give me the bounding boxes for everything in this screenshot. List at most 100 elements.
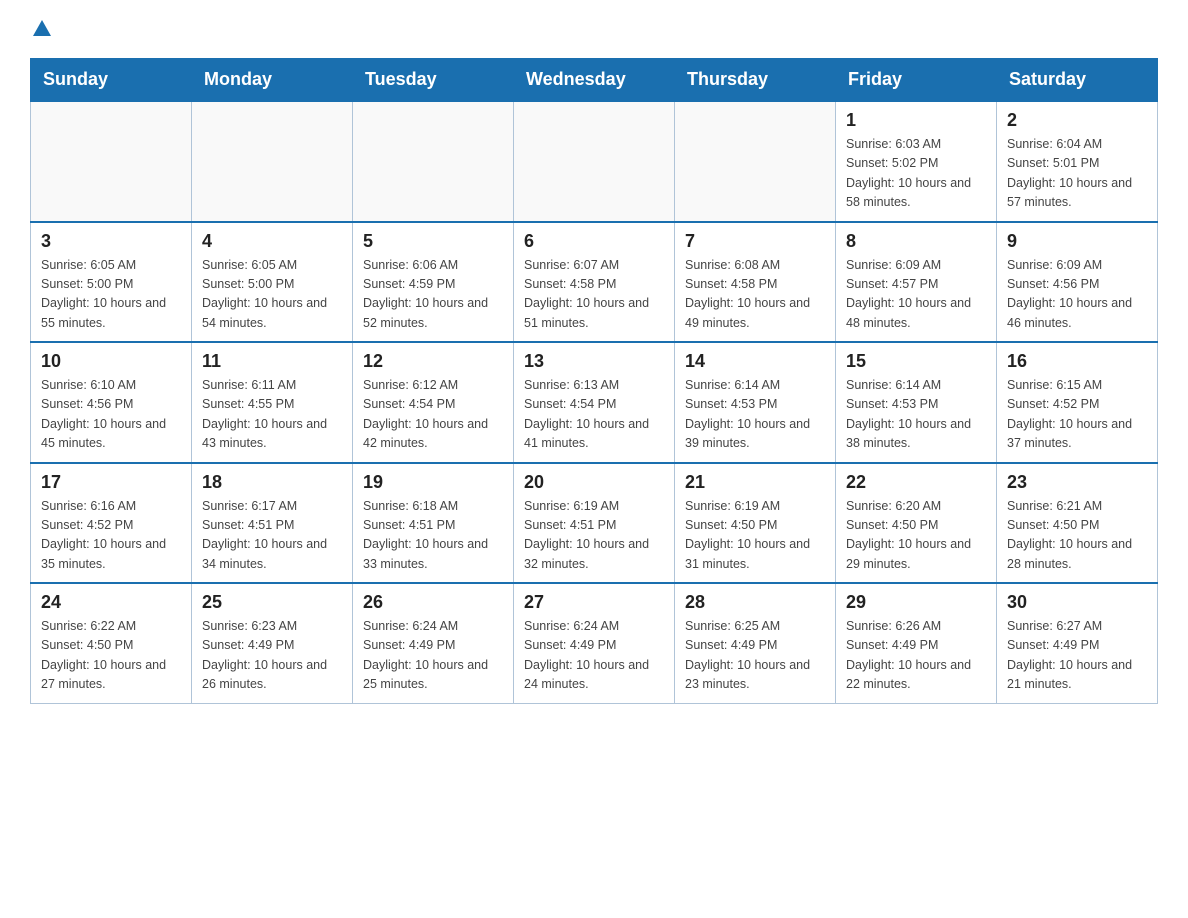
calendar-cell: 2 Sunrise: 6:04 AMSunset: 5:01 PMDaylight… (997, 101, 1158, 222)
calendar-cell: 20 Sunrise: 6:19 AMSunset: 4:51 PMDayligh… (514, 463, 675, 584)
day-number: 7 (685, 231, 825, 252)
calendar-cell: 15Sunrise: 6:14 AMSunset: 4:53 PMDayligh… (836, 342, 997, 463)
logo (30, 20, 51, 38)
day-number: 12 (363, 351, 503, 372)
calendar-cell: 9 Sunrise: 6:09 AMSunset: 4:56 PMDaylight… (997, 222, 1158, 343)
day-info: Sunrise: 6:05 AMSunset: 5:00 PMDaylight:… (202, 256, 342, 334)
day-number: 21 (685, 472, 825, 493)
day-number: 30 (1007, 592, 1147, 613)
calendar-cell: 1 Sunrise: 6:03 AMSunset: 5:02 PMDaylight… (836, 101, 997, 222)
day-number: 5 (363, 231, 503, 252)
calendar-cell: 12 Sunrise: 6:12 AMSunset: 4:54 PMDayligh… (353, 342, 514, 463)
day-number: 4 (202, 231, 342, 252)
day-info: Sunrise: 6:26 AMSunset: 4:49 PMDaylight:… (846, 617, 986, 695)
day-info: Sunrise: 6:25 AMSunset: 4:49 PMDaylight:… (685, 617, 825, 695)
col-sunday: Sunday (31, 59, 192, 102)
day-number: 11 (202, 351, 342, 372)
calendar-cell: 6Sunrise: 6:07 AMSunset: 4:58 PMDaylight… (514, 222, 675, 343)
calendar-cell: 11 Sunrise: 6:11 AMSunset: 4:55 PMDayligh… (192, 342, 353, 463)
calendar-cell (514, 101, 675, 222)
day-info: Sunrise: 6:19 AMSunset: 4:50 PMDaylight:… (685, 497, 825, 575)
calendar-cell: 29Sunrise: 6:26 AMSunset: 4:49 PMDayligh… (836, 583, 997, 703)
logo-triangle-icon (33, 20, 51, 36)
day-number: 27 (524, 592, 664, 613)
day-number: 3 (41, 231, 181, 252)
calendar-cell: 24 Sunrise: 6:22 AMSunset: 4:50 PMDayligh… (31, 583, 192, 703)
day-number: 23 (1007, 472, 1147, 493)
col-monday: Monday (192, 59, 353, 102)
calendar-cell (192, 101, 353, 222)
day-number: 26 (363, 592, 503, 613)
calendar-table: Sunday Monday Tuesday Wednesday Thursday… (30, 58, 1158, 704)
header-row: Sunday Monday Tuesday Wednesday Thursday… (31, 59, 1158, 102)
day-number: 14 (685, 351, 825, 372)
calendar-cell (31, 101, 192, 222)
calendar-cell: 5 Sunrise: 6:06 AMSunset: 4:59 PMDaylight… (353, 222, 514, 343)
day-info: Sunrise: 6:08 AMSunset: 4:58 PMDaylight:… (685, 256, 825, 334)
week-row-1: 1 Sunrise: 6:03 AMSunset: 5:02 PMDaylight… (31, 101, 1158, 222)
calendar-cell: 30 Sunrise: 6:27 AMSunset: 4:49 PMDayligh… (997, 583, 1158, 703)
day-info: Sunrise: 6:04 AMSunset: 5:01 PMDaylight:… (1007, 135, 1147, 213)
day-number: 10 (41, 351, 181, 372)
col-thursday: Thursday (675, 59, 836, 102)
day-info: Sunrise: 6:11 AMSunset: 4:55 PMDaylight:… (202, 376, 342, 454)
day-info: Sunrise: 6:03 AMSunset: 5:02 PMDaylight:… (846, 135, 986, 213)
day-info: Sunrise: 6:05 AMSunset: 5:00 PMDaylight:… (41, 256, 181, 334)
day-number: 13 (524, 351, 664, 372)
calendar-cell: 3 Sunrise: 6:05 AMSunset: 5:00 PMDaylight… (31, 222, 192, 343)
day-info: Sunrise: 6:18 AMSunset: 4:51 PMDaylight:… (363, 497, 503, 575)
calendar-cell: 7 Sunrise: 6:08 AMSunset: 4:58 PMDaylight… (675, 222, 836, 343)
day-info: Sunrise: 6:23 AMSunset: 4:49 PMDaylight:… (202, 617, 342, 695)
week-row-4: 17 Sunrise: 6:16 AMSunset: 4:52 PMDayligh… (31, 463, 1158, 584)
week-row-3: 10 Sunrise: 6:10 AMSunset: 4:56 PMDayligh… (31, 342, 1158, 463)
day-number: 24 (41, 592, 181, 613)
day-number: 25 (202, 592, 342, 613)
day-number: 2 (1007, 110, 1147, 131)
day-number: 17 (41, 472, 181, 493)
day-number: 28 (685, 592, 825, 613)
day-number: 22 (846, 472, 986, 493)
calendar-cell: 28 Sunrise: 6:25 AMSunset: 4:49 PMDayligh… (675, 583, 836, 703)
day-number: 19 (363, 472, 503, 493)
week-row-2: 3 Sunrise: 6:05 AMSunset: 5:00 PMDaylight… (31, 222, 1158, 343)
day-info: Sunrise: 6:22 AMSunset: 4:50 PMDaylight:… (41, 617, 181, 695)
col-saturday: Saturday (997, 59, 1158, 102)
calendar-cell: 19 Sunrise: 6:18 AMSunset: 4:51 PMDayligh… (353, 463, 514, 584)
day-info: Sunrise: 6:09 AMSunset: 4:56 PMDaylight:… (1007, 256, 1147, 334)
day-info: Sunrise: 6:16 AMSunset: 4:52 PMDaylight:… (41, 497, 181, 575)
day-number: 9 (1007, 231, 1147, 252)
day-info: Sunrise: 6:27 AMSunset: 4:49 PMDaylight:… (1007, 617, 1147, 695)
calendar-cell: 13Sunrise: 6:13 AMSunset: 4:54 PMDayligh… (514, 342, 675, 463)
day-info: Sunrise: 6:19 AMSunset: 4:51 PMDaylight:… (524, 497, 664, 575)
calendar-cell: 23 Sunrise: 6:21 AMSunset: 4:50 PMDayligh… (997, 463, 1158, 584)
day-info: Sunrise: 6:09 AMSunset: 4:57 PMDaylight:… (846, 256, 986, 334)
day-number: 8 (846, 231, 986, 252)
calendar-cell: 17 Sunrise: 6:16 AMSunset: 4:52 PMDayligh… (31, 463, 192, 584)
day-info: Sunrise: 6:14 AMSunset: 4:53 PMDaylight:… (685, 376, 825, 454)
day-number: 18 (202, 472, 342, 493)
calendar-cell: 25 Sunrise: 6:23 AMSunset: 4:49 PMDayligh… (192, 583, 353, 703)
day-info: Sunrise: 6:06 AMSunset: 4:59 PMDaylight:… (363, 256, 503, 334)
calendar-cell: 16Sunrise: 6:15 AMSunset: 4:52 PMDayligh… (997, 342, 1158, 463)
calendar-cell: 27 Sunrise: 6:24 AMSunset: 4:49 PMDayligh… (514, 583, 675, 703)
calendar-cell (353, 101, 514, 222)
day-info: Sunrise: 6:24 AMSunset: 4:49 PMDaylight:… (363, 617, 503, 695)
day-info: Sunrise: 6:24 AMSunset: 4:49 PMDaylight:… (524, 617, 664, 695)
calendar-cell: 26 Sunrise: 6:24 AMSunset: 4:49 PMDayligh… (353, 583, 514, 703)
day-info: Sunrise: 6:21 AMSunset: 4:50 PMDaylight:… (1007, 497, 1147, 575)
day-info: Sunrise: 6:12 AMSunset: 4:54 PMDaylight:… (363, 376, 503, 454)
day-number: 20 (524, 472, 664, 493)
day-info: Sunrise: 6:17 AMSunset: 4:51 PMDaylight:… (202, 497, 342, 575)
calendar-cell: 14 Sunrise: 6:14 AMSunset: 4:53 PMDayligh… (675, 342, 836, 463)
day-info: Sunrise: 6:10 AMSunset: 4:56 PMDaylight:… (41, 376, 181, 454)
day-number: 1 (846, 110, 986, 131)
day-info: Sunrise: 6:20 AMSunset: 4:50 PMDaylight:… (846, 497, 986, 575)
day-number: 16 (1007, 351, 1147, 372)
calendar-cell: 22 Sunrise: 6:20 AMSunset: 4:50 PMDayligh… (836, 463, 997, 584)
calendar-cell: 21 Sunrise: 6:19 AMSunset: 4:50 PMDayligh… (675, 463, 836, 584)
calendar-cell: 10 Sunrise: 6:10 AMSunset: 4:56 PMDayligh… (31, 342, 192, 463)
col-friday: Friday (836, 59, 997, 102)
week-row-5: 24 Sunrise: 6:22 AMSunset: 4:50 PMDayligh… (31, 583, 1158, 703)
col-tuesday: Tuesday (353, 59, 514, 102)
col-wednesday: Wednesday (514, 59, 675, 102)
